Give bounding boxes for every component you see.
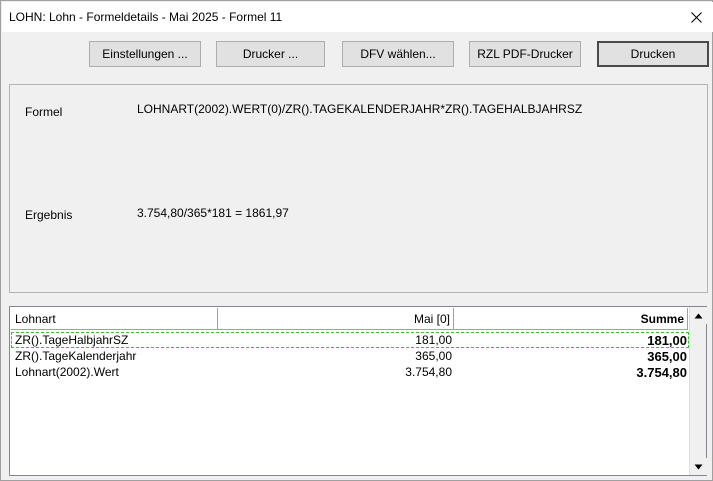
- result-label: Ergebnis: [25, 208, 73, 222]
- scroll-up-button[interactable]: [690, 307, 707, 324]
- scroll-down-button[interactable]: [690, 458, 707, 475]
- cell-lohnart: ZR().TageKalenderjahr: [15, 349, 137, 363]
- cell-summe: 3.754,80: [636, 365, 687, 380]
- cell-mai: 3.754,80: [405, 365, 452, 379]
- scroll-down-arrow-icon: [694, 464, 703, 469]
- table-row[interactable]: ZR().TageKalenderjahr 365,00 365,00: [11, 348, 689, 364]
- rzl-pdf-printer-button[interactable]: RZL PDF-Drucker: [469, 41, 581, 67]
- cell-lohnart: ZR().TageHalbjahrSZ: [15, 333, 129, 347]
- close-button[interactable]: [679, 2, 713, 32]
- close-icon: [690, 11, 702, 23]
- result-value: 3.754,80/365*181 = 1861,97: [137, 206, 289, 220]
- title-bar[interactable]: LOHN: Lohn - Formeldetails - Mai 2025 - …: [2, 2, 713, 32]
- wage-type-table[interactable]: Lohnart Mai [0] Summe ZR().TageHalbjahrS…: [9, 306, 707, 476]
- cell-summe: 365,00: [647, 349, 687, 364]
- formula-panel: Formel LOHNART(2002).WERT(0)/ZR().TAGEKA…: [9, 84, 708, 293]
- column-header-mai[interactable]: Mai [0]: [218, 308, 454, 330]
- column-header-summe[interactable]: Summe: [454, 308, 688, 330]
- window-title: LOHN: Lohn - Formeldetails - Mai 2025 - …: [9, 10, 283, 24]
- table-row[interactable]: ZR().TageHalbjahrSZ 181,00 181,00: [11, 332, 689, 348]
- scroll-up-arrow-icon: [694, 313, 703, 318]
- print-button[interactable]: Drucken: [597, 41, 709, 67]
- settings-button[interactable]: Einstellungen ...: [89, 41, 201, 67]
- cell-summe: 181,00: [647, 333, 687, 348]
- printer-button[interactable]: Drucker ...: [216, 41, 325, 67]
- formula-label: Formel: [25, 105, 63, 119]
- table-row[interactable]: Lohnart(2002).Wert 3.754,80 3.754,80: [11, 364, 689, 380]
- vertical-scrollbar[interactable]: [689, 307, 707, 475]
- cell-mai: 365,00: [415, 349, 452, 363]
- cell-mai: 181,00: [415, 333, 452, 347]
- formula-details-window: LOHN: Lohn - Formeldetails - Mai 2025 - …: [0, 0, 713, 481]
- formula-value: LOHNART(2002).WERT(0)/ZR().TAGEKALENDERJ…: [137, 102, 583, 116]
- dfv-select-button[interactable]: DFV wählen...: [342, 41, 454, 67]
- cell-lohnart: Lohnart(2002).Wert: [15, 365, 119, 379]
- column-header-lohnart[interactable]: Lohnart: [11, 308, 218, 330]
